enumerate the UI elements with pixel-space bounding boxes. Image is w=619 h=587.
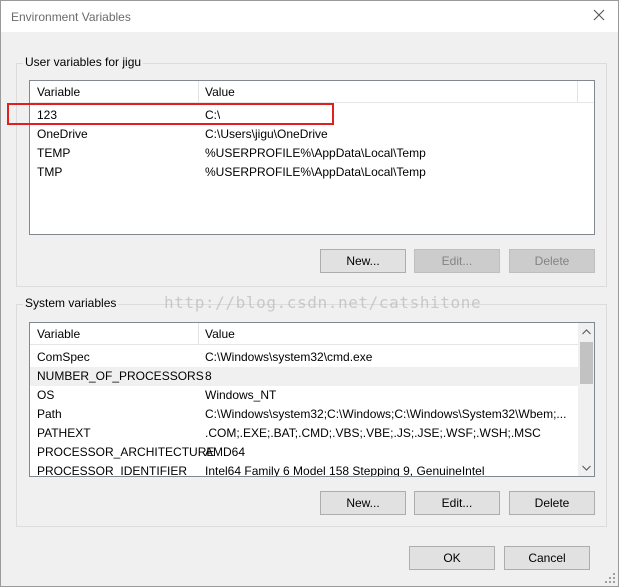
variable-name: 123	[37, 108, 58, 122]
variable-name: PATHEXT	[37, 426, 91, 440]
user-variables-label: User variables for jigu	[23, 55, 144, 69]
list-item[interactable]: TMP %USERPROFILE%\AppData\Local\Temp	[30, 163, 594, 182]
list-item[interactable]: Path C:\Windows\system32;C:\Windows;C:\W…	[30, 405, 578, 424]
variable-value: %USERPROFILE%\AppData\Local\Temp	[205, 146, 426, 160]
variable-name: OneDrive	[37, 127, 88, 141]
variable-name: Path	[37, 407, 62, 421]
cancel-button[interactable]: Cancel	[504, 546, 590, 570]
list-item[interactable]: NUMBER_OF_PROCESSORS 8	[30, 367, 578, 386]
variable-name: OS	[37, 388, 55, 402]
column-header-value[interactable]: Value	[198, 323, 235, 345]
variable-name: TMP	[37, 165, 63, 179]
close-icon	[593, 9, 605, 21]
variable-name: PROCESSOR_IDENTIFIER	[37, 464, 188, 477]
user-delete-button[interactable]: Delete	[509, 249, 595, 273]
variable-value: %USERPROFILE%\AppData\Local\Temp	[205, 165, 426, 179]
scroll-up-button[interactable]	[578, 323, 594, 340]
column-divider[interactable]	[577, 81, 578, 103]
system-delete-button[interactable]: Delete	[509, 491, 595, 515]
variable-value: C:\Windows\system32;C:\Windows;C:\Window…	[205, 407, 567, 421]
variable-value: C:\	[205, 108, 221, 122]
user-new-button[interactable]: New...	[320, 249, 406, 273]
system-variables-label: System variables	[23, 296, 119, 310]
list-item[interactable]: PATHEXT .COM;.EXE;.BAT;.CMD;.VBS;.VBE;.J…	[30, 424, 578, 443]
column-header-variable[interactable]: Variable	[30, 81, 80, 103]
user-edit-button[interactable]: Edit...	[414, 249, 500, 273]
variable-value: C:\Windows\system32\cmd.exe	[205, 350, 373, 364]
column-header-value[interactable]: Value	[198, 81, 235, 103]
list-item[interactable]: TEMP %USERPROFILE%\AppData\Local\Temp	[30, 144, 594, 163]
variable-value: 8	[205, 369, 212, 383]
system-edit-button[interactable]: Edit...	[414, 491, 500, 515]
variable-value: Intel64 Family 6 Model 158 Stepping 9, G…	[205, 464, 485, 477]
list-item[interactable]: 123 C:\	[30, 106, 594, 125]
list-item[interactable]: PROCESSOR_ARCHITECTURE AMD64	[30, 443, 578, 462]
list-item[interactable]: OS Windows_NT	[30, 386, 578, 405]
title-bar: Environment Variables	[1, 1, 618, 32]
variable-name: PROCESSOR_ARCHITECTURE	[37, 445, 215, 459]
variable-value: C:\Users\jigu\OneDrive	[205, 127, 328, 141]
variable-name: ComSpec	[37, 350, 90, 364]
environment-variables-dialog: Environment Variables User variables for…	[0, 0, 619, 587]
resize-grip-icon[interactable]	[604, 572, 616, 584]
list-header: Variable Value	[30, 81, 594, 103]
variable-name: TEMP	[37, 146, 71, 160]
system-new-button[interactable]: New...	[320, 491, 406, 515]
close-button[interactable]	[586, 4, 612, 28]
user-variables-list[interactable]: Variable Value 123 C:\ OneDrive C:\Users…	[29, 80, 595, 235]
scroll-thumb[interactable]	[580, 342, 593, 384]
ok-button[interactable]: OK	[409, 546, 495, 570]
list-item[interactable]: OneDrive C:\Users\jigu\OneDrive	[30, 125, 594, 144]
list-item[interactable]: PROCESSOR_IDENTIFIER Intel64 Family 6 Mo…	[30, 462, 578, 477]
list-item[interactable]: ComSpec C:\Windows\system32\cmd.exe	[30, 348, 578, 367]
column-header-variable[interactable]: Variable	[30, 323, 80, 345]
variable-value: .COM;.EXE;.BAT;.CMD;.VBS;.VBE;.JS;.JSE;.…	[205, 426, 541, 440]
variable-value: Windows_NT	[205, 388, 277, 402]
chevron-up-icon	[582, 329, 591, 335]
chevron-down-icon	[582, 465, 591, 471]
variable-name: NUMBER_OF_PROCESSORS	[37, 369, 204, 383]
window-title: Environment Variables	[11, 10, 131, 24]
vertical-scrollbar[interactable]	[578, 323, 594, 476]
variable-value: AMD64	[205, 445, 246, 459]
system-variables-list[interactable]: Variable Value ComSpec C:\Windows\system…	[29, 322, 595, 477]
scroll-down-button[interactable]	[578, 459, 594, 476]
list-header: Variable Value	[30, 323, 578, 345]
